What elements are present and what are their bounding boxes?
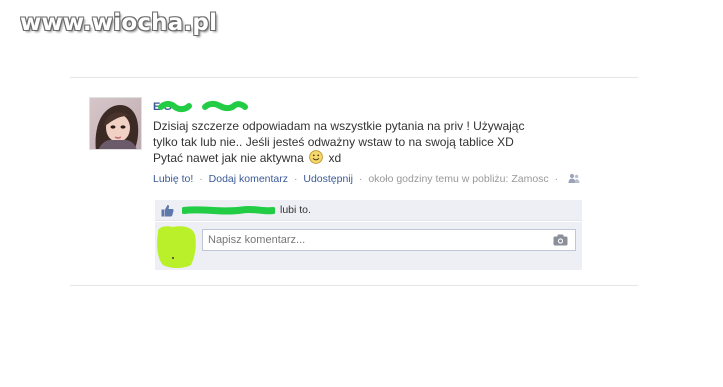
- post-content: E G Dzisiaj szczerze odpowiadam na wszys…: [153, 97, 593, 186]
- author-avatar[interactable]: [89, 97, 142, 150]
- like-link[interactable]: Lubię to!: [153, 173, 193, 185]
- author-name-link[interactable]: E G: [153, 100, 248, 114]
- separator: ·: [358, 172, 363, 185]
- post-text: Dzisiaj szczerze odpowiadam na wszystkie…: [153, 119, 593, 167]
- thumbs-up-icon: [161, 204, 174, 217]
- camera-icon[interactable]: [553, 234, 568, 246]
- comment-composer: [155, 222, 582, 270]
- post-actions: Lubię to! · Dodaj komentarz · Udostępnij…: [153, 173, 593, 186]
- post-text-line-3: Pytać nawet jak nie aktywna xd: [153, 150, 593, 167]
- separator: ·: [293, 172, 298, 185]
- redaction-scribble: [182, 206, 275, 215]
- comment-input-box[interactable]: [202, 229, 576, 251]
- likes-text: lubi to.: [280, 204, 311, 216]
- bottom-divider: [70, 285, 638, 286]
- smiley-icon: [309, 150, 323, 164]
- post-text-line-2: tylko tak lub nie.. Jeśli jesteś odważny…: [153, 134, 514, 149]
- post-meta: około godziny temu w pobliżu: Zamosc: [368, 172, 549, 185]
- top-divider: [70, 77, 638, 78]
- separator: ·: [554, 172, 559, 185]
- friends-icon[interactable]: [568, 173, 580, 183]
- share-link[interactable]: Udostępnij: [303, 173, 353, 185]
- likes-summary: lubi to.: [155, 200, 582, 221]
- site-watermark: www.wiocha.pl: [20, 10, 218, 36]
- separator: ·: [199, 172, 203, 185]
- comment-link[interactable]: Dodaj komentarz: [209, 173, 288, 185]
- post-text-line-3-end: xd: [328, 151, 342, 165]
- post-text-line-3-start: Pytać nawet jak nie aktywna: [153, 151, 304, 165]
- post-text-line-1: Dzisiaj szczerze odpowiadam na wszystkie…: [153, 119, 525, 133]
- redaction-scribble: [158, 100, 248, 113]
- comment-input[interactable]: [203, 230, 543, 250]
- commenter-avatar: [157, 226, 196, 268]
